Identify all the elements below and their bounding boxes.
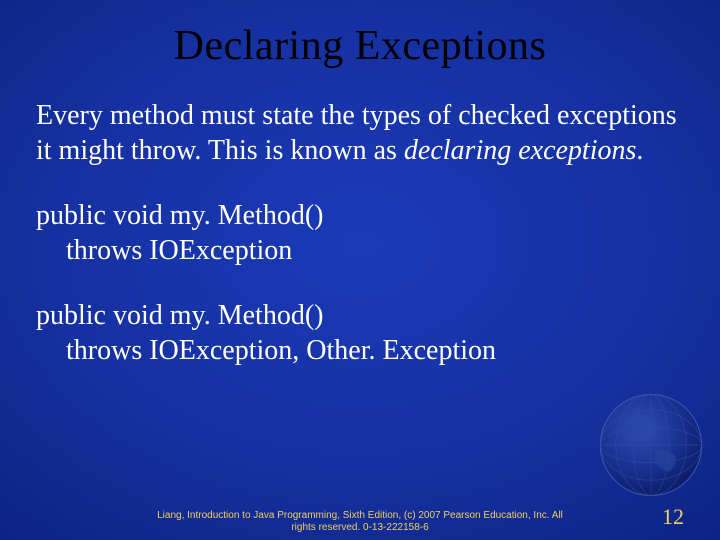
page-number: 12 (662, 504, 684, 530)
code2-line1: public void my. Method() (36, 300, 323, 331)
slide-title: Declaring Exceptions (0, 0, 720, 98)
code2-line2: throws IOException, Other. Exception (36, 333, 684, 368)
footer-line2: rights reserved. 0-13-222158-6 (90, 522, 630, 534)
code-example-1: public void my. Method() throws IOExcept… (36, 198, 684, 268)
code-example-2: public void my. Method() throws IOExcept… (36, 298, 684, 368)
footer-line1: Liang, Introduction to Java Programming,… (90, 510, 630, 522)
para-italic: declaring exceptions (404, 135, 636, 166)
globe-icon (596, 390, 706, 500)
intro-paragraph: Every method must state the types of che… (36, 98, 684, 168)
slide-body: Every method must state the types of che… (0, 98, 720, 368)
code1-line2: throws IOException (36, 233, 684, 268)
para-text-2: . (636, 135, 643, 166)
code1-line1: public void my. Method() (36, 200, 323, 231)
footer-citation: Liang, Introduction to Java Programming,… (0, 510, 720, 534)
